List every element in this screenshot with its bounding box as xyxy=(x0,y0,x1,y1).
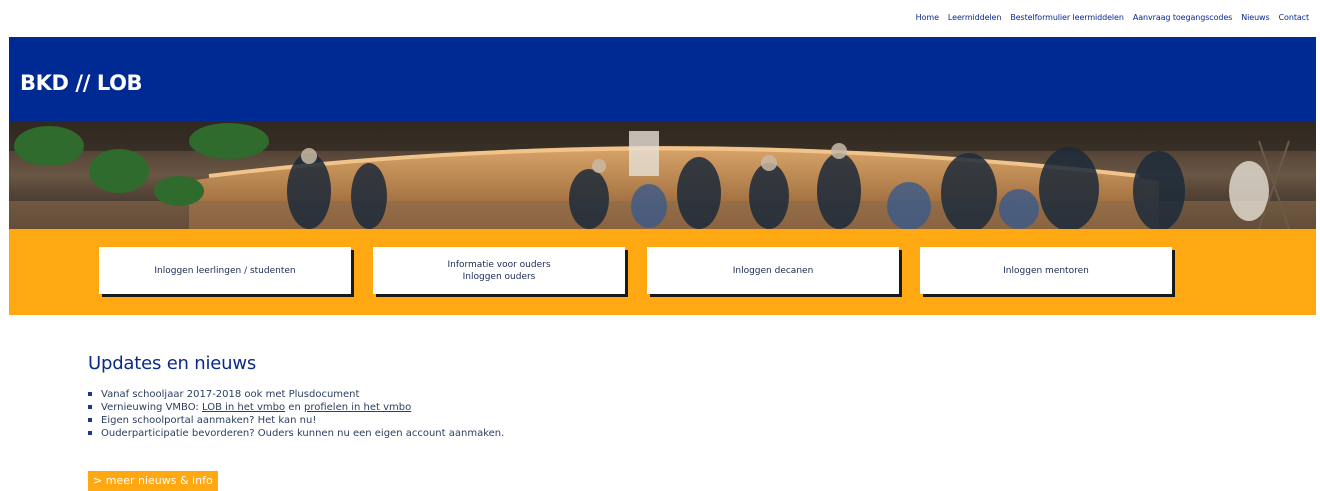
parents-info-login-tile[interactable]: Informatie voor ouders Inloggen ouders xyxy=(373,247,625,294)
hero-banner-image xyxy=(9,121,1316,229)
site-title[interactable]: BKD // LOB xyxy=(20,71,143,95)
bullet-icon xyxy=(88,431,92,435)
tile-label-line2: Inloggen ouders xyxy=(462,271,536,282)
news-item: Vernieuwing VMBO: LOB in het vmbo en pro… xyxy=(88,401,504,414)
nav-bestelformulier-link[interactable]: Bestelformulier leermiddelen xyxy=(1010,13,1124,22)
news-item-text: Ouderparticipatie bevorderen? Ouders kun… xyxy=(101,428,505,439)
login-deans-tile[interactable]: Inloggen decanen xyxy=(647,247,899,294)
site-header: BKD // LOB xyxy=(9,37,1316,121)
news-item-mid: en xyxy=(285,402,304,413)
news-item-text: Vanaf schooljaar 2017-2018 ook met Plusd… xyxy=(101,389,360,400)
tile-label: Inloggen mentoren xyxy=(1003,265,1089,276)
nav-nieuws-link[interactable]: Nieuws xyxy=(1241,13,1269,22)
bullet-icon xyxy=(88,405,92,409)
news-item: Ouderparticipatie bevorderen? Ouders kun… xyxy=(88,427,504,440)
nav-toegangscodes-link[interactable]: Aanvraag toegangscodes xyxy=(1133,13,1233,22)
students-hall-photo xyxy=(9,121,1316,229)
nav-contact-link[interactable]: Contact xyxy=(1279,13,1310,22)
tile-label: Inloggen decanen xyxy=(732,265,814,276)
nav-leermiddelen-link[interactable]: Leermiddelen xyxy=(948,13,1002,22)
news-item-text: Eigen schoolportal aanmaken? Het kan nu! xyxy=(101,415,317,426)
news-section: Updates en nieuws Vanaf schooljaar 2017-… xyxy=(88,353,504,440)
profielen-vmbo-link[interactable]: profielen in het vmbo xyxy=(304,402,411,413)
login-tiles-band: Inloggen leerlingen / studenten Informat… xyxy=(9,229,1316,315)
login-mentors-tile[interactable]: Inloggen mentoren xyxy=(920,247,1172,294)
login-students-tile[interactable]: Inloggen leerlingen / studenten xyxy=(99,247,351,294)
nav-home-link[interactable]: Home xyxy=(916,13,939,22)
news-item: Eigen schoolportal aanmaken? Het kan nu! xyxy=(88,414,504,427)
tile-label: Inloggen leerlingen / studenten xyxy=(154,265,296,276)
news-list: Vanaf schooljaar 2017-2018 ook met Plusd… xyxy=(88,388,504,440)
top-navigation: Home Leermiddelen Bestelformulier leermi… xyxy=(907,13,1309,22)
bullet-icon xyxy=(88,418,92,422)
news-item-prefix: Vernieuwing VMBO: xyxy=(101,402,202,413)
news-heading: Updates en nieuws xyxy=(88,353,257,374)
news-item: Vanaf schooljaar 2017-2018 ook met Plusd… xyxy=(88,388,504,401)
tile-label-line1: Informatie voor ouders xyxy=(447,259,551,270)
lob-vmbo-link[interactable]: LOB in het vmbo xyxy=(202,402,285,413)
bullet-icon xyxy=(88,392,92,396)
more-news-button[interactable]: > meer nieuws & info xyxy=(88,471,218,491)
